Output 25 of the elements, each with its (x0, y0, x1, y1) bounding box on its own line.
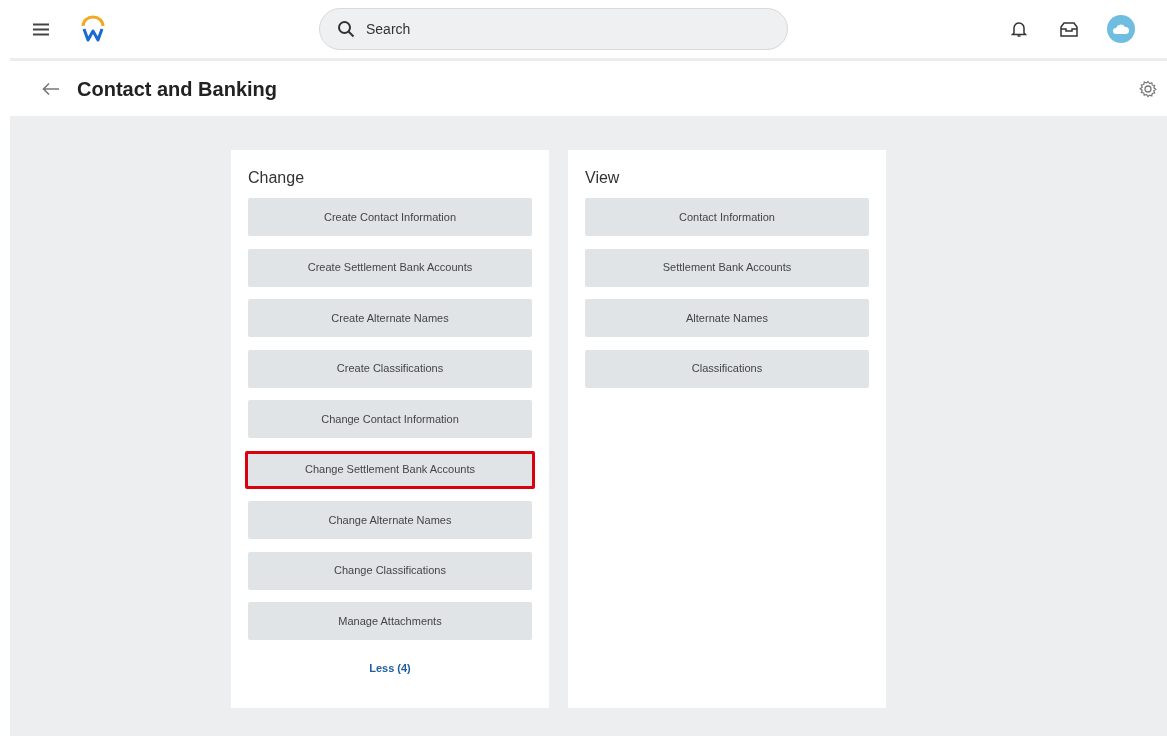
action-button[interactable]: Contact Information (585, 198, 869, 236)
action-button[interactable]: Change Classifications (248, 551, 532, 590)
back-arrow-icon[interactable] (42, 81, 60, 96)
search-field[interactable]: Search (319, 8, 788, 50)
search-icon (337, 20, 355, 38)
action-button[interactable]: Create Contact Information (248, 198, 532, 236)
action-button[interactable]: Create Settlement Bank Accounts (248, 248, 532, 287)
inbox-icon[interactable] (1059, 20, 1079, 38)
action-button[interactable]: Manage Attachments (248, 602, 532, 640)
panel-title: Change (248, 168, 306, 188)
action-button[interactable]: Settlement Bank Accounts (585, 248, 869, 287)
logo-icon[interactable] (80, 15, 106, 43)
action-button[interactable]: Classifications (585, 349, 869, 388)
action-button[interactable]: Create Classifications (248, 349, 532, 388)
settings-icon[interactable] (1139, 79, 1157, 98)
panel-title: View (585, 168, 621, 188)
action-button[interactable]: Change Alternate Names (248, 501, 532, 539)
action-button[interactable]: Change Settlement Bank Accounts (245, 450, 535, 489)
action-button[interactable]: Alternate Names (585, 299, 869, 337)
menu-icon[interactable] (32, 22, 50, 36)
less-link[interactable]: Less (4) (369, 660, 411, 677)
action-button[interactable]: Create Alternate Names (248, 299, 532, 337)
action-button[interactable]: Change Contact Information (248, 400, 532, 438)
page-title: Contact and Banking (77, 76, 278, 102)
bell-icon[interactable] (1011, 20, 1027, 38)
